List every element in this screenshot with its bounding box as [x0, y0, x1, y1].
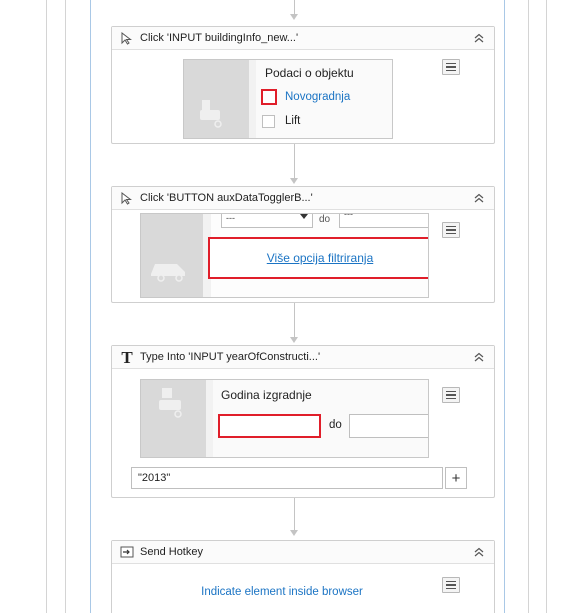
- preview-right-panel: --- do --- Više opcija filtriranja: [208, 213, 428, 297]
- activity-click-building-info[interactable]: Click 'INPUT buildingInfo_new...' Podaci…: [111, 26, 495, 144]
- connector-arrow-icon: [290, 337, 298, 343]
- lift-label: Lift: [285, 115, 301, 127]
- activity-header[interactable]: Click 'BUTTON auxDataTogglerB...': [112, 187, 494, 210]
- lift-checkbox[interactable]: [262, 115, 275, 128]
- connector-line: [294, 498, 295, 530]
- select-value: ---: [226, 213, 235, 223]
- connector-arrow-icon: [290, 14, 298, 20]
- collapse-chevron-icon[interactable]: [472, 545, 486, 559]
- indicate-element-link[interactable]: Indicate element inside browser: [112, 586, 452, 598]
- activity-menu-button[interactable]: [442, 387, 460, 403]
- click-pointer-icon: [120, 31, 134, 45]
- year-to-input[interactable]: [349, 414, 428, 438]
- screenshot-preview[interactable]: Podaci o objektu Novogradnja Lift: [183, 59, 393, 139]
- year-to-select[interactable]: ---: [339, 213, 428, 228]
- car-thumb-icon: [151, 264, 185, 282]
- screenshot-preview[interactable]: Godina izgradnje do: [140, 379, 429, 458]
- range-label: do: [329, 419, 342, 431]
- text-value-field[interactable]: "2013": [131, 467, 443, 489]
- sequence-border-line: [504, 0, 505, 613]
- workflow-canvas: Click 'INPUT buildingInfo_new...' Podaci…: [0, 0, 566, 613]
- robot-thumb-icon: [159, 388, 182, 418]
- year-from-input[interactable]: [218, 414, 321, 438]
- more-filters-button[interactable]: Više opcija filtriranja: [208, 237, 428, 279]
- year-from-select[interactable]: ---: [221, 213, 313, 228]
- range-label: do: [319, 214, 331, 225]
- novogradnja-checkbox[interactable]: [261, 89, 277, 105]
- type-into-icon: T: [121, 347, 133, 367]
- preview-left-panel: [184, 60, 249, 138]
- dropdown-arrow-icon: [300, 214, 308, 219]
- sequence-border-line: [546, 0, 547, 613]
- send-hotkey-icon: [120, 545, 134, 559]
- plus-icon: +: [451, 469, 461, 487]
- preview-left-panel: [141, 214, 203, 297]
- preview-left-panel: [141, 380, 206, 457]
- sequence-border-line: [46, 0, 47, 613]
- connector-arrow-icon: [290, 530, 298, 536]
- activity-header[interactable]: Send Hotkey: [112, 541, 494, 564]
- select-value: ---: [344, 213, 353, 219]
- sequence-border-line: [90, 0, 91, 613]
- screenshot-preview[interactable]: --- do --- Više opcija filtriranja: [140, 213, 429, 298]
- section-title: Podaci o objektu: [265, 66, 354, 80]
- add-button[interactable]: +: [445, 467, 467, 489]
- activity-menu-button[interactable]: [442, 59, 460, 75]
- activity-header[interactable]: Click 'INPUT buildingInfo_new...': [112, 27, 494, 50]
- click-pointer-icon: [120, 191, 134, 205]
- collapse-chevron-icon[interactable]: [472, 350, 486, 364]
- activity-title: Click 'INPUT buildingInfo_new...': [140, 32, 299, 44]
- text-value: "2013": [138, 472, 171, 484]
- activity-send-hotkey[interactable]: Send Hotkey Indicate element inside brow…: [111, 540, 495, 613]
- activity-menu-button[interactable]: [442, 577, 460, 593]
- activity-type-into-year[interactable]: T Type Into 'INPUT yearOfConstructi...' …: [111, 345, 495, 498]
- connector-line: [294, 144, 295, 178]
- activity-title: Click 'BUTTON auxDataTogglerB...': [140, 192, 313, 204]
- connector-line: [294, 303, 295, 337]
- activity-title: Send Hotkey: [140, 546, 203, 558]
- collapse-chevron-icon[interactable]: [472, 191, 486, 205]
- robot-thumb-icon: [200, 100, 222, 128]
- novogradnja-label: Novogradnja: [285, 91, 351, 103]
- sequence-border-line: [65, 0, 66, 613]
- collapse-chevron-icon[interactable]: [472, 31, 486, 45]
- more-filters-link[interactable]: Više opcija filtriranja: [267, 251, 374, 265]
- activity-title: Type Into 'INPUT yearOfConstructi...': [140, 351, 321, 363]
- activity-menu-button[interactable]: [442, 222, 460, 238]
- preview-right-panel: Godina izgradnje do: [213, 380, 428, 457]
- preview-right-panel: Podaci o objektu Novogradnja Lift: [256, 60, 392, 138]
- connector-arrow-icon: [290, 178, 298, 184]
- field-label: Godina izgradnje: [221, 388, 312, 402]
- activity-header[interactable]: T Type Into 'INPUT yearOfConstructi...': [112, 346, 494, 369]
- sequence-border-line: [528, 0, 529, 613]
- activity-click-aux-data-toggler[interactable]: Click 'BUTTON auxDataTogglerB...' --- do: [111, 186, 495, 303]
- connector-line: [294, 0, 295, 14]
